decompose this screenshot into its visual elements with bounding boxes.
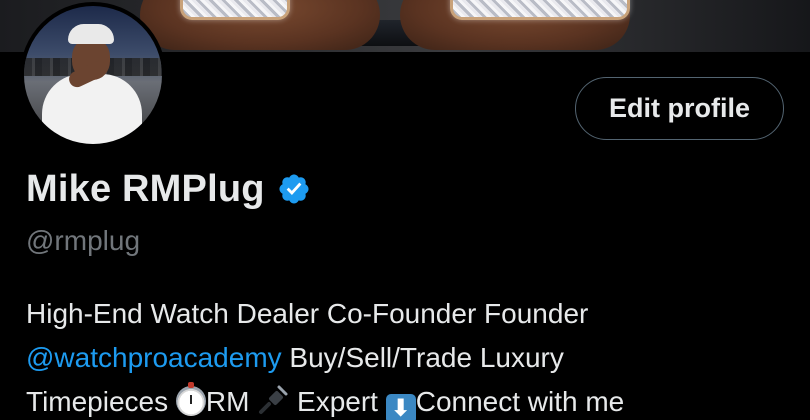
avatar-cap <box>68 24 114 44</box>
stopwatch-emoji-icon <box>175 382 206 416</box>
username-handle: @rmplug <box>26 225 141 256</box>
bio-mention-link[interactable]: @watchproacademy <box>26 342 282 373</box>
plug-emoji-icon <box>259 385 288 414</box>
bio-text: High-End Watch Dealer Co-Founder Founder <box>26 298 589 329</box>
edit-profile-button[interactable]: Edit profile <box>575 77 784 140</box>
bio-text: RM <box>205 386 258 417</box>
avatar-shirt <box>42 74 142 144</box>
watch-image <box>450 0 630 20</box>
display-name: Mike RMPlug <box>26 167 265 210</box>
bio-text: Connect with me <box>415 386 625 417</box>
profile-bio: High-End Watch Dealer Co-Founder Founder… <box>26 292 786 420</box>
name-row: Mike RMPlug <box>26 165 311 213</box>
bio-text: Expert <box>289 386 386 417</box>
bio-text: Timepieces <box>26 386 176 417</box>
verified-badge-icon[interactable] <box>277 172 311 206</box>
bio-text: Buy/Sell/Trade Luxury <box>281 342 564 373</box>
avatar-photo <box>24 6 162 144</box>
avatar[interactable] <box>20 2 166 148</box>
watch-image <box>180 0 290 20</box>
down-arrow-emoji-icon: ⬇ <box>385 394 416 420</box>
